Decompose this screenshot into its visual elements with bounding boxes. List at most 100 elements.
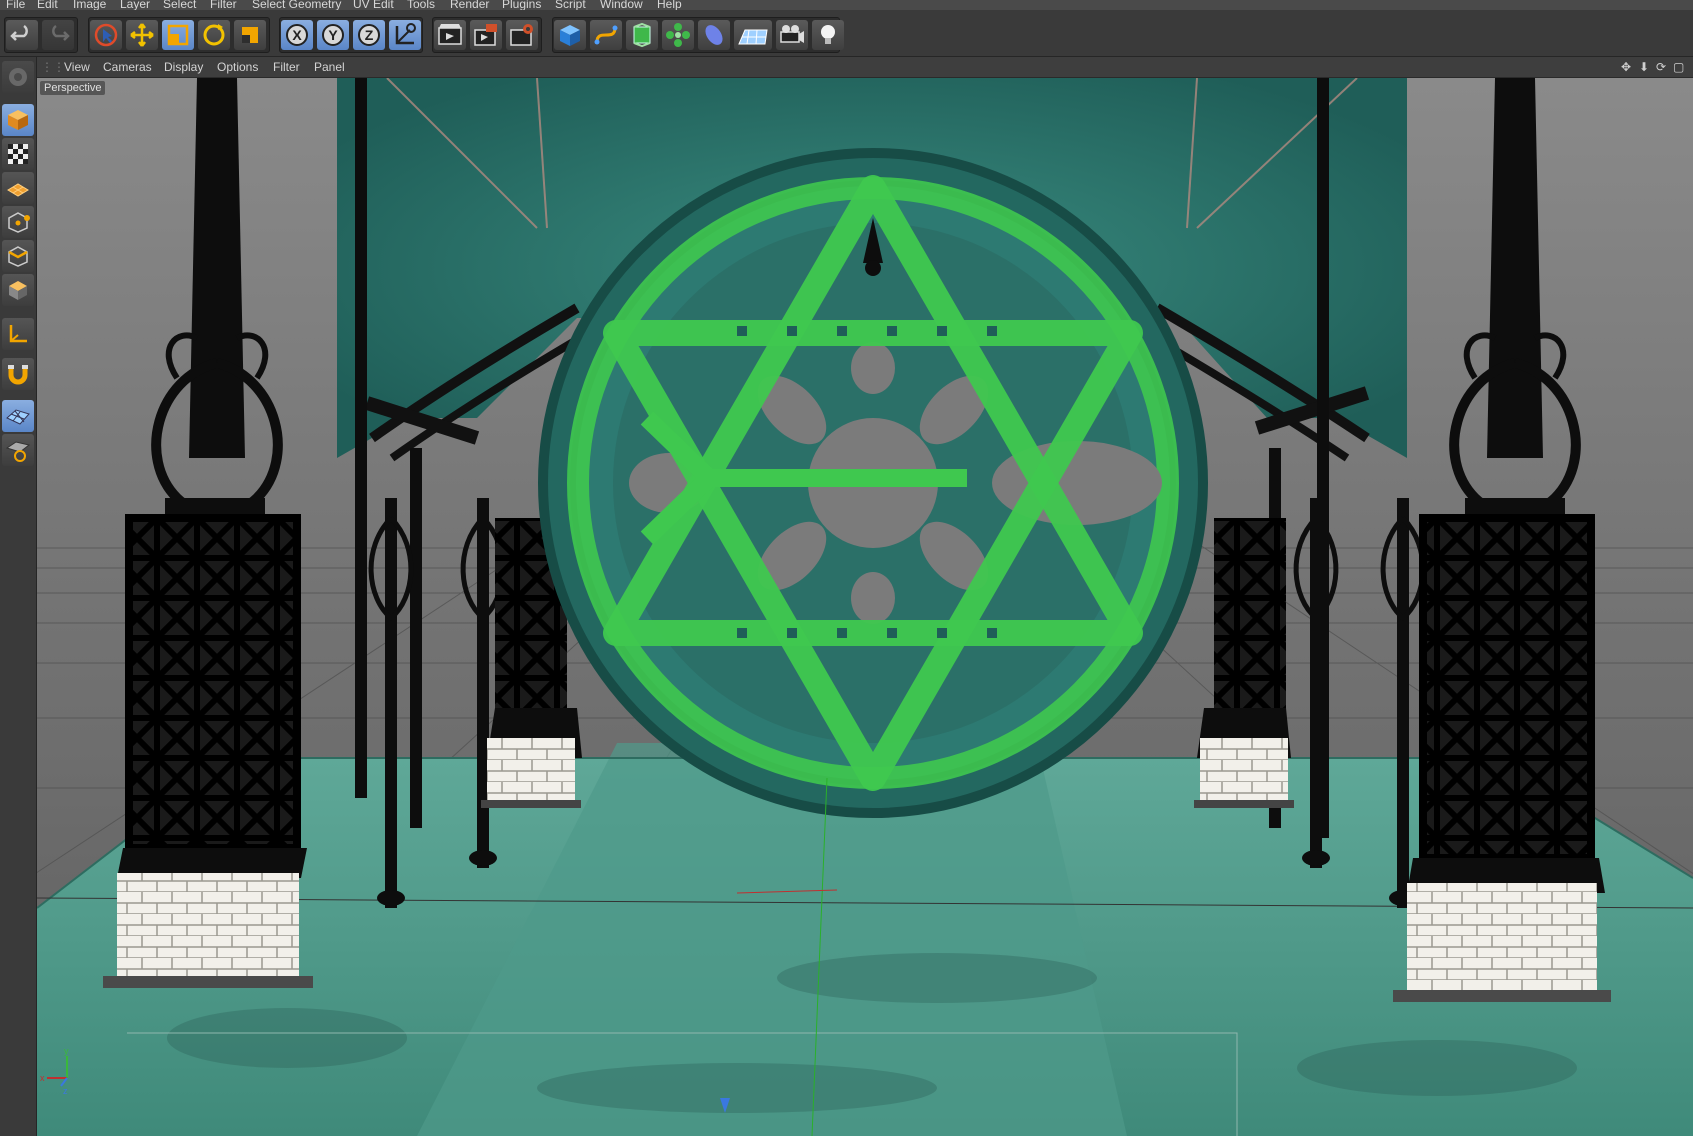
viewport-menu-filter[interactable]: Filter: [273, 60, 300, 74]
edges-mode-icon: [8, 246, 28, 267]
main-toolbar: X Y Z: [0, 10, 1693, 57]
render-view-button[interactable]: [434, 20, 466, 50]
menu-window[interactable]: Window: [600, 0, 643, 10]
edges-mode-button[interactable]: [2, 240, 34, 272]
rotate-icon: [203, 24, 225, 46]
menu-image[interactable]: Image: [73, 0, 106, 10]
scale-icon: [167, 24, 189, 46]
z-axis-letter: Z: [365, 27, 374, 43]
camera-icon: [780, 25, 804, 43]
redo-button[interactable]: [42, 20, 74, 50]
viewport-menu-display[interactable]: Display: [164, 60, 203, 74]
menu-edit[interactable]: Edit: [37, 0, 58, 10]
menu-select[interactable]: Select: [163, 0, 196, 10]
deformer-button[interactable]: [698, 20, 730, 50]
z-axis-icon: Z: [358, 24, 380, 46]
menu-filter[interactable]: Filter: [210, 0, 237, 10]
menu-file[interactable]: File: [6, 0, 25, 10]
live-select-icon: [94, 23, 118, 47]
x-axis-letter: X: [292, 27, 302, 43]
rotate-view-icon[interactable]: ⟳: [1656, 60, 1666, 74]
coordinate-system-button[interactable]: [389, 20, 421, 50]
x-axis-button[interactable]: X: [281, 20, 313, 50]
viewport-grip-icon[interactable]: ⋮⋮: [41, 60, 65, 74]
camera-button[interactable]: [776, 20, 808, 50]
light-icon: [821, 25, 835, 44]
workplane-button[interactable]: [2, 400, 34, 432]
undo-button[interactable]: [6, 20, 38, 50]
axis-mode-button[interactable]: [2, 318, 34, 350]
menu-help[interactable]: Help: [657, 0, 682, 10]
hexagram-seal: [538, 148, 1208, 818]
edit-render-settings-icon: [510, 24, 533, 46]
viewport-menu-options[interactable]: Options: [217, 60, 258, 74]
menu-render[interactable]: Render: [450, 0, 489, 10]
recent-tool-icon: [242, 27, 258, 43]
toggle-layout-icon[interactable]: ▢: [1673, 60, 1684, 74]
floor-icon: [738, 29, 768, 45]
x-axis-icon: X: [286, 24, 308, 46]
viewport-menu-bar: ⋮⋮ View Cameras Display Options Filter P…: [37, 57, 1693, 78]
scene-render: y x z: [37, 78, 1693, 1136]
texture-mode-button[interactable]: [2, 138, 34, 170]
viewport-menu-cameras[interactable]: Cameras: [103, 60, 152, 74]
pan-view-icon[interactable]: ✥: [1621, 60, 1631, 74]
z-axis-label: z: [63, 1086, 68, 1096]
redo-icon: [52, 24, 70, 41]
live-select-button[interactable]: [90, 20, 122, 50]
undo-icon: [10, 24, 28, 41]
viewport-menu-view[interactable]: View: [64, 60, 90, 74]
move-icon: [130, 23, 154, 47]
menu-tools[interactable]: Tools: [407, 0, 435, 10]
x-axis-label: x: [40, 1073, 45, 1083]
array-button[interactable]: [662, 20, 694, 50]
workplane-mode-icon: [7, 183, 29, 197]
rotate-button[interactable]: [198, 20, 230, 50]
y-axis-letter: Y: [328, 27, 338, 43]
render-view-icon: [438, 24, 462, 45]
points-mode-button[interactable]: [2, 206, 34, 238]
viewport-perspective[interactable]: y x z Perspective: [37, 78, 1693, 1136]
array-icon: [666, 23, 690, 47]
menu-bar: File Edit Image Layer Select Filter Sele…: [0, 0, 1693, 10]
coordinate-system-icon: [395, 23, 416, 45]
menu-layer[interactable]: Layer: [120, 0, 150, 10]
floor-button[interactable]: [734, 20, 772, 50]
nurbs-button[interactable]: [626, 20, 658, 50]
cube-icon: [560, 25, 580, 46]
menu-select-geometry[interactable]: Select Geometry: [252, 0, 341, 10]
menu-script[interactable]: Script: [555, 0, 586, 10]
make-editable-icon: [9, 68, 27, 86]
scale-button[interactable]: [162, 20, 194, 50]
polygons-mode-icon: [9, 281, 27, 300]
snap-button[interactable]: [2, 358, 34, 390]
y-axis-button[interactable]: Y: [317, 20, 349, 50]
viewport-menu-panel[interactable]: Panel: [314, 60, 345, 74]
move-button[interactable]: [126, 20, 158, 50]
axis-mode-icon: [9, 325, 27, 343]
texture-mode-icon: [8, 144, 28, 164]
make-editable-button[interactable]: [2, 61, 34, 93]
deformer-icon: [705, 25, 723, 45]
z-axis-button[interactable]: Z: [353, 20, 385, 50]
nurbs-icon: [633, 22, 651, 48]
model-mode-button[interactable]: [2, 104, 34, 136]
workplane-mode-button[interactable]: [2, 172, 34, 204]
points-mode-icon: [8, 212, 30, 233]
cube-button[interactable]: [554, 20, 586, 50]
workplane-icon: [6, 409, 30, 425]
locked-workplane-button[interactable]: [2, 434, 34, 466]
menu-plugins[interactable]: Plugins: [502, 0, 541, 10]
viewport-camera-label: Perspective: [40, 81, 106, 95]
snap-icon: [8, 365, 28, 385]
spline-button[interactable]: [590, 20, 622, 50]
zoom-view-icon[interactable]: ⬇: [1639, 60, 1649, 74]
menu-uv-edit[interactable]: UV Edit: [353, 0, 394, 10]
edit-render-settings-button[interactable]: [506, 20, 538, 50]
recent-tool-button[interactable]: [234, 20, 266, 50]
polygons-mode-button[interactable]: [2, 274, 34, 306]
y-axis-icon: Y: [322, 24, 344, 46]
light-button[interactable]: [812, 20, 844, 50]
render-picture-viewer-icon: [474, 24, 497, 46]
render-picture-viewer-button[interactable]: [470, 20, 502, 50]
